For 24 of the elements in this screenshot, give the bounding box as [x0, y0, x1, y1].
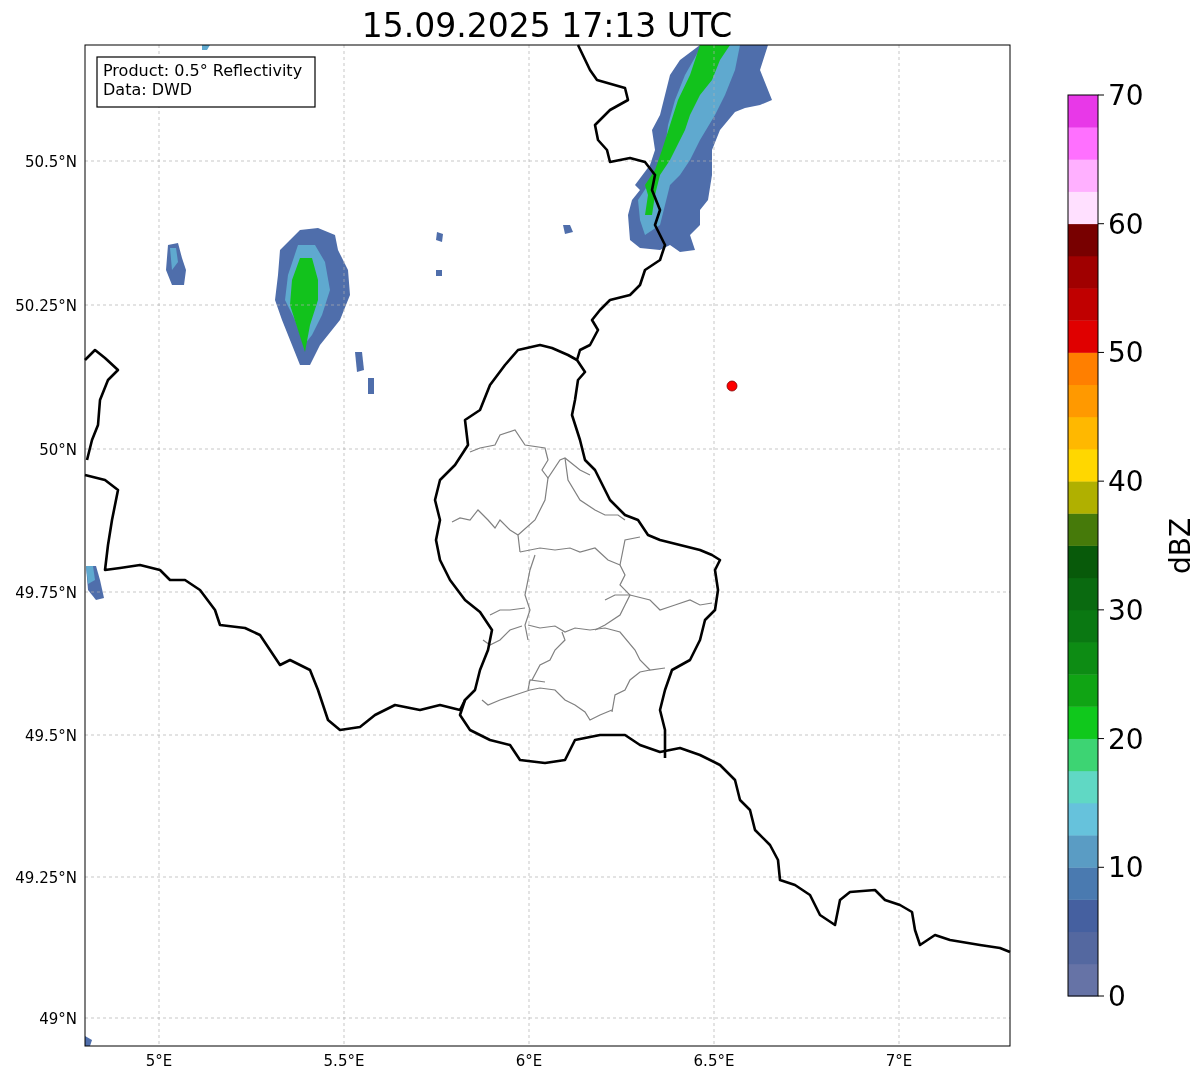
axis-tick-label: 50.25°N	[15, 297, 77, 315]
info-box: Product: 0.5° Reflectivity Data: DWD	[96, 56, 316, 108]
colorbar-tick-label: 60	[1108, 207, 1144, 241]
colorbar-tick-label: 40	[1108, 465, 1144, 499]
chart-title: 15.09.2025 17:13 UTC	[361, 6, 733, 45]
colorbar-tick-label: 20	[1108, 722, 1144, 756]
axis-tick-label: 7°E	[885, 1052, 913, 1070]
axis-tick-label: 50.5°N	[24, 153, 77, 171]
axis-tick-label: 49.5°N	[24, 727, 77, 745]
colorbar-label: dBZ	[1164, 517, 1197, 575]
axis-tick-label: 49.75°N	[15, 584, 77, 602]
colorbar-tick-label: 10	[1108, 851, 1144, 885]
colorbar-tick-label: 30	[1108, 593, 1144, 627]
colorbar-tick-label: 50	[1108, 336, 1144, 370]
axis-tick-label: 6.5°E	[693, 1052, 735, 1070]
axis-tick-label: 5°E	[145, 1052, 173, 1070]
colorbar-tick-label: 0	[1108, 980, 1126, 1013]
axis-tick-label: 49°N	[39, 1010, 77, 1028]
axis-tick-label: 50°N	[39, 441, 77, 459]
axis-tick-label: 6°E	[515, 1052, 543, 1070]
axis-tick-label: 49.25°N	[15, 869, 77, 887]
location-marker	[726, 380, 738, 392]
axis-tick-label: 5.5°E	[323, 1052, 365, 1070]
colorbar-tick-label: 70	[1108, 79, 1144, 112]
